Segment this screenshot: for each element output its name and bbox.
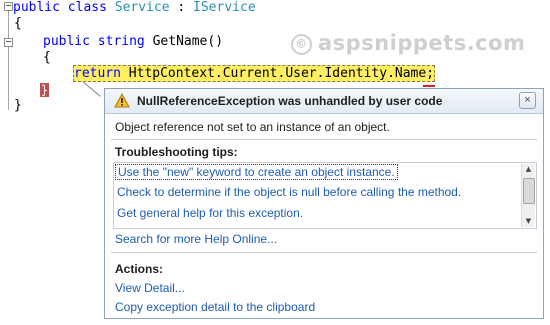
keyword: public	[43, 34, 90, 49]
scroll-down-icon[interactable]: ▼	[523, 216, 534, 227]
code-line-4: {	[43, 50, 51, 65]
keyword: return	[74, 66, 121, 81]
warning-icon	[114, 93, 130, 108]
code-line-7: }	[14, 98, 22, 113]
exception-title-bar: NullReferenceException was unhandled by …	[105, 89, 543, 114]
actions-heading: Actions:	[115, 262, 163, 276]
code-line-2: {	[14, 16, 22, 31]
scroll-up-icon[interactable]: ▲	[523, 164, 534, 175]
code-text: GetName()	[144, 34, 224, 49]
divider	[111, 252, 537, 253]
code-text: HttpContext.Current.User.Identity.Name;	[120, 66, 435, 81]
troubleshooting-tips-list[interactable]: Use the "new" keyword to create an objec…	[113, 162, 537, 229]
tip-link-check-null[interactable]: Check to determine if the object is null…	[117, 185, 461, 199]
outline-line	[8, 10, 9, 110]
tips-scrollbar[interactable]: ▲ ▼	[521, 164, 535, 227]
scrollbar-thumb[interactable]	[523, 178, 535, 204]
watermark-text: aspsnippets.com	[318, 31, 526, 55]
close-button[interactable]: ×	[519, 92, 536, 109]
troubleshooting-heading: Troubleshooting tips:	[115, 145, 238, 159]
view-detail-link[interactable]: View Detail...	[115, 281, 185, 295]
code-line-5: return HttpContext.Current.User.Identity…	[73, 65, 436, 82]
code-line-3: public string GetName()	[43, 34, 223, 50]
collapse-icon[interactable]: −	[4, 38, 13, 47]
class-name: Service	[114, 0, 170, 15]
watermark: © aspsnippets.com	[291, 31, 525, 55]
copy-exception-detail-link[interactable]: Copy exception detail to the clipboard	[115, 300, 315, 314]
code-line-6: }	[40, 83, 49, 97]
exception-message: Object reference not set to an instance …	[115, 120, 390, 134]
current-statement-highlight: return HttpContext.Current.User.Identity…	[73, 65, 436, 82]
code-text: :	[169, 0, 194, 15]
search-help-online-link[interactable]: Search for more Help Online...	[115, 232, 277, 246]
tip-link-new-keyword[interactable]: Use the "new" keyword to create an objec…	[115, 164, 398, 180]
code-line-1: public class Service : IService	[13, 0, 256, 16]
interface-name: IService	[193, 0, 256, 15]
keyword: string	[97, 34, 145, 49]
exception-title: NullReferenceException was unhandled by …	[137, 94, 443, 108]
popup-pointer	[83, 82, 101, 97]
copyright-icon: ©	[291, 34, 312, 55]
divider	[111, 139, 537, 140]
keyword: public class	[13, 0, 115, 15]
tip-link-general-help[interactable]: Get general help for this exception.	[117, 206, 303, 220]
collapse-icon[interactable]: −	[4, 2, 13, 11]
exception-assistant: NullReferenceException was unhandled by …	[104, 88, 544, 319]
error-squiggle	[423, 82, 435, 87]
